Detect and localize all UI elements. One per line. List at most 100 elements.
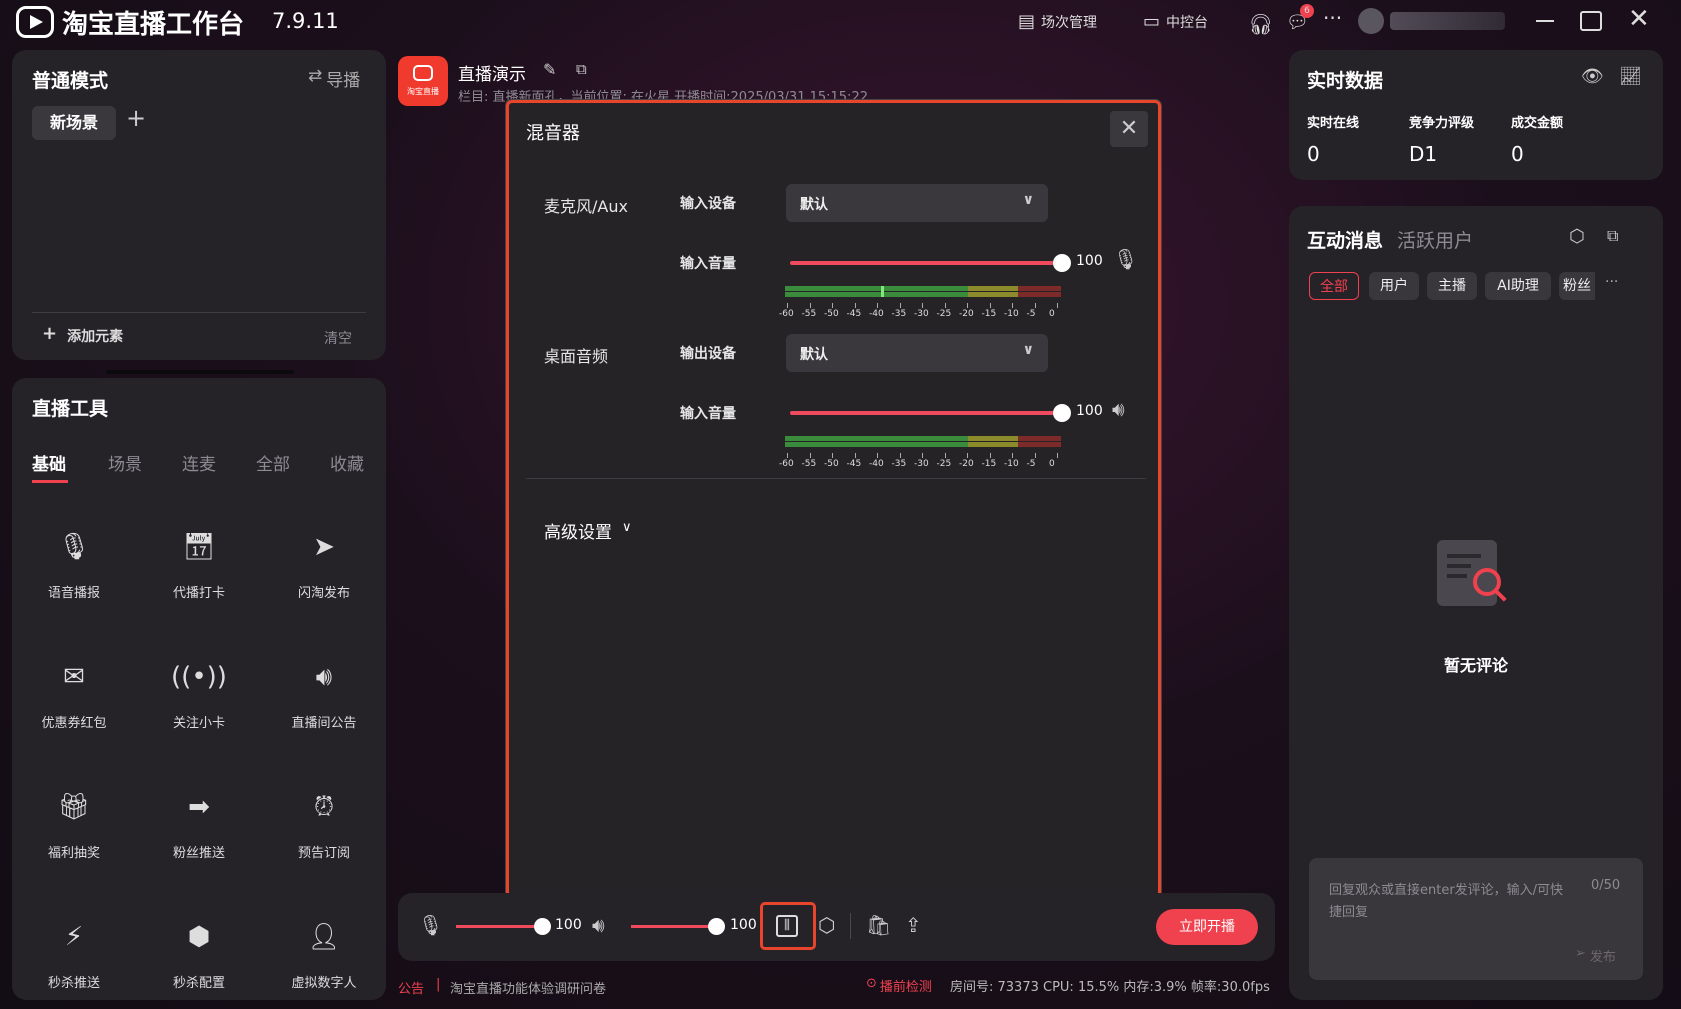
desktop-device-select[interactable]: 默认 ∨: [786, 334, 1048, 372]
mic-device-select[interactable]: 默认 ∨: [786, 184, 1048, 222]
share-edit-icon[interactable]: ⧉: [576, 60, 587, 78]
close-dialog-button[interactable]: ✕: [1110, 111, 1148, 147]
clear-button[interactable]: 清空: [324, 328, 352, 348]
tool-flash-sale-config[interactable]: ⬢ 秒杀配置: [139, 922, 259, 991]
filter-tab-anchor[interactable]: 主播: [1427, 272, 1477, 300]
tool-label: 闪淘发布: [297, 586, 350, 601]
panel-resize-handle[interactable]: [106, 370, 294, 374]
tool-follow-card[interactable]: ((•)) 关注小卡: [139, 662, 259, 731]
alarm-clock-icon: ⏰︎: [313, 792, 335, 822]
tab-mic-link[interactable]: 连麦: [182, 450, 216, 475]
popout-window-icon[interactable]: ⧉: [1607, 226, 1618, 246]
minimize-button[interactable]: [1536, 20, 1554, 22]
close-window-button[interactable]: ✕: [1628, 4, 1650, 34]
flash-sale-icon: ⚡︎: [64, 922, 84, 952]
filter-tab-users[interactable]: 用户: [1369, 272, 1419, 300]
filter-tab-ai[interactable]: AI助理: [1485, 272, 1551, 300]
meter-tick-mark: [944, 303, 946, 308]
play-icon: [413, 65, 433, 81]
tab-favorites[interactable]: 收藏: [330, 450, 364, 475]
upload-bag-icon[interactable]: ⇪: [905, 913, 922, 937]
filter-tab-all[interactable]: 全部: [1309, 272, 1359, 300]
filter-tab-fans[interactable]: 粉丝: [1559, 272, 1595, 300]
settings-hex-icon[interactable]: ⬡: [1569, 226, 1585, 247]
desktop-volume-knob[interactable]: [1053, 404, 1071, 422]
paper-plane-icon: ➤: [313, 532, 335, 562]
tool-preview-subscribe[interactable]: ⏰︎ 预告订阅: [264, 792, 384, 861]
app-version: 7.9.11: [272, 9, 339, 33]
meter-tick-label: -15: [981, 309, 997, 319]
chevron-down-icon: ∨: [622, 520, 632, 535]
avatar-person-icon: 👤︎: [307, 922, 341, 952]
add-scene-icon[interactable]: +: [126, 104, 146, 132]
empty-comments-text: 暂无评论: [1443, 656, 1508, 675]
mic-volume-slider[interactable]: [456, 925, 540, 928]
tool-fans-push[interactable]: ➡︎ 粉丝推送: [139, 792, 259, 861]
mic-volume-slider[interactable]: [790, 261, 1054, 265]
tool-proxy-checkin[interactable]: 📅︎ 代播打卡: [139, 532, 259, 601]
scene-tab-new[interactable]: 新场景: [32, 106, 116, 140]
tool-virtual-human[interactable]: 👤︎ 虚拟数字人: [264, 922, 384, 991]
headset-icon[interactable]: 🎧︎: [1248, 12, 1273, 36]
tool-room-notice[interactable]: 🔊︎ 直播间公告: [264, 662, 384, 731]
active-users-tab[interactable]: 活跃用户: [1397, 226, 1473, 253]
reply-input[interactable]: 回复观众或直接enter发评论，输入/可快捷回复 0/50 ➢ 发布: [1309, 858, 1643, 980]
console-button[interactable]: ▭ 中控台: [1143, 12, 1208, 32]
mic-volume-knob[interactable]: [1053, 254, 1071, 272]
metric-label: 成交金额: [1511, 116, 1564, 131]
eye-icon[interactable]: 👁︎: [1581, 66, 1604, 87]
microphone-icon[interactable]: 🎙︎: [418, 913, 443, 937]
add-element-button[interactable]: + 添加元素: [42, 323, 123, 346]
interaction-title[interactable]: 互动消息: [1307, 226, 1383, 253]
desktop-volume-slider[interactable]: [790, 411, 1054, 415]
avatar[interactable]: [1358, 8, 1384, 34]
speaker-icon[interactable]: 🔊︎: [1112, 397, 1125, 421]
tool-label: 直播间公告: [291, 716, 357, 731]
tab-basic[interactable]: 基础: [32, 450, 66, 475]
mixer-button-highlight[interactable]: ⫼: [760, 902, 816, 950]
meter-tick-label: -20: [959, 309, 974, 319]
settings-hex-icon[interactable]: ⬡: [818, 913, 835, 937]
speaker-volume-value: 100: [730, 917, 757, 933]
active-tab-indicator: [32, 480, 68, 483]
speaker-icon: 🔊︎: [315, 662, 333, 692]
message-icon[interactable]: 💬︎ 6: [1286, 4, 1314, 33]
maximize-button[interactable]: [1580, 11, 1602, 31]
mic-volume-knob[interactable]: [534, 918, 551, 935]
flash-config-icon: ⬢: [187, 922, 211, 952]
tool-flash-publish[interactable]: ➤ 闪淘发布: [264, 532, 384, 601]
advanced-settings-toggle[interactable]: 高级设置 ∨: [544, 518, 632, 543]
microphone-icon[interactable]: 🎙︎: [1113, 247, 1138, 271]
session-management-button[interactable]: ▤ 场次管理: [1018, 12, 1097, 32]
pre-live-check-label: 播前检测: [879, 980, 932, 995]
metric-value: 0: [1307, 142, 1320, 166]
tool-label: 秒杀推送: [47, 976, 100, 991]
meter-tick-mark: [787, 303, 788, 308]
tool-coupon-redpacket[interactable]: ✉︎ 优惠券红包: [14, 662, 134, 731]
notice-text[interactable]: 淘宝直播功能体验调研问卷: [450, 978, 606, 997]
more-menu-icon[interactable]: ···: [1323, 6, 1342, 30]
edit-pencil-icon[interactable]: ✎: [543, 60, 556, 79]
tab-all[interactable]: 全部: [256, 450, 290, 475]
tool-label: 秒杀配置: [172, 976, 225, 991]
more-tabs-icon[interactable]: ···: [1605, 274, 1618, 290]
meter-tick-label: -50: [824, 309, 839, 319]
guide-button[interactable]: ⇄ 导播: [308, 66, 360, 91]
pre-live-check-button[interactable]: ⊙ 播前检测: [866, 976, 932, 995]
speaker-icon[interactable]: 🔊︎: [592, 913, 605, 937]
start-live-button[interactable]: 立即开播: [1156, 909, 1258, 945]
tab-scene[interactable]: 场景: [108, 450, 142, 475]
meter-tick-label: -45: [846, 309, 862, 319]
tool-voice-broadcast[interactable]: 🎙︎ 语音播报: [14, 532, 134, 601]
send-icon: ➢: [1575, 946, 1586, 961]
app-logo-icon: [16, 6, 54, 38]
speaker-volume-slider[interactable]: [631, 925, 715, 928]
meter-tick-mark: [1034, 303, 1036, 308]
shopping-bag-icon[interactable]: 🛍︎: [866, 913, 891, 937]
send-button[interactable]: ➢ 发布: [1575, 946, 1616, 965]
tool-lottery[interactable]: 🎁︎ 福利抽奖: [14, 792, 134, 861]
trend-chart-icon[interactable]: 📈︎: [1619, 66, 1642, 87]
meter-tick-label: -5: [1026, 459, 1036, 469]
speaker-volume-knob[interactable]: [708, 918, 725, 935]
tool-flash-sale-push[interactable]: ⚡︎ 秒杀推送: [14, 922, 134, 991]
